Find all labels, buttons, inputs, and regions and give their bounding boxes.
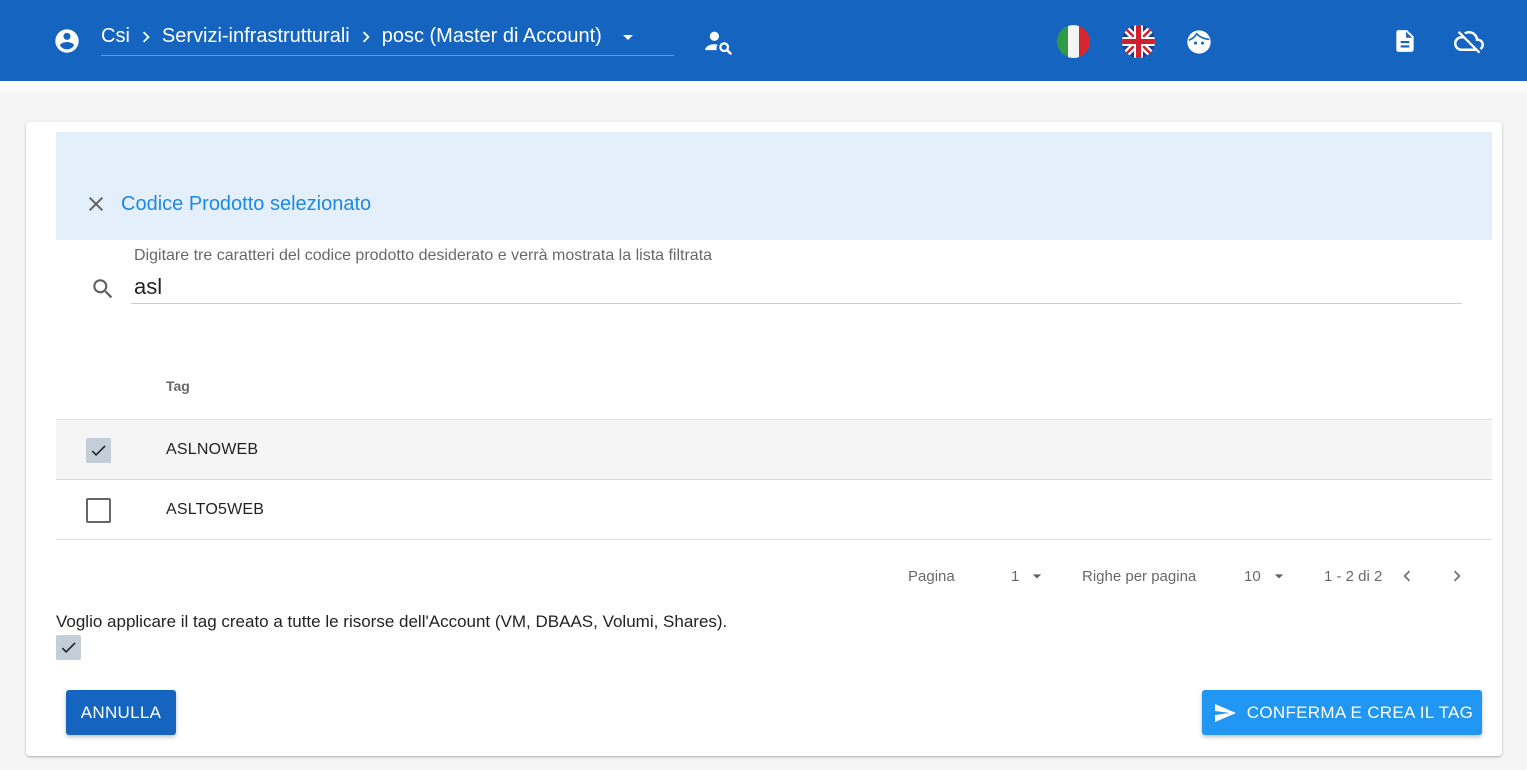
tag-creation-card: Codice Prodotto selezionato Digitare tre…: [26, 122, 1502, 756]
chevron-right-icon: [350, 26, 382, 48]
table-row[interactable]: ASLTO5WEB: [56, 480, 1492, 540]
dropdown-caret-icon[interactable]: [616, 25, 640, 49]
confirm-create-tag-button[interactable]: CONFERMA E CREA IL TAG: [1202, 690, 1482, 735]
rows-per-page-label: Righe per pagina: [1082, 565, 1196, 587]
row-checkbox[interactable]: [86, 498, 111, 523]
face-icon[interactable]: [1185, 28, 1213, 56]
pagination-range-text: 1 - 2 di 2: [1324, 567, 1383, 585]
app-bar-spacer: [0, 81, 1527, 93]
top-app-bar: Csi Servizi-infrastrutturali posc (Maste…: [0, 0, 1527, 81]
search-input[interactable]: [131, 270, 1462, 304]
page-select-value: 1: [1011, 567, 1020, 585]
apply-all-label: Voglio applicare il tag creato a tutte l…: [56, 612, 728, 631]
account-circle-icon[interactable]: [53, 27, 81, 55]
rows-per-page-value: 10: [1244, 567, 1261, 585]
check-icon: [91, 445, 106, 457]
page-label-text: Pagina: [908, 567, 955, 585]
cloud-off-icon[interactable]: [1452, 26, 1486, 56]
table-header: Tag: [56, 358, 1492, 420]
tag-cell: ASLNOWEB: [166, 441, 259, 458]
uk-flag-icon[interactable]: [1122, 25, 1155, 58]
table-row[interactable]: ASLNOWEB: [56, 420, 1492, 480]
italian-flag-icon[interactable]: [1057, 25, 1090, 58]
row-checkbox[interactable]: [86, 438, 111, 463]
document-icon[interactable]: [1392, 26, 1418, 56]
close-icon[interactable]: [84, 192, 108, 216]
confirm-button-label: CONFERMA E CREA IL TAG: [1246, 702, 1474, 722]
chevron-right-icon: [130, 26, 162, 48]
page-select[interactable]: 1: [1011, 565, 1047, 587]
next-page-icon[interactable]: [1446, 565, 1468, 587]
rows-per-page-select[interactable]: 10: [1244, 565, 1289, 587]
pagination-range: 1 - 2 di 2: [1324, 565, 1382, 587]
breadcrumb-item-account[interactable]: posc (Master di Account): [382, 25, 602, 48]
banner-title: Codice Prodotto selezionato: [121, 193, 372, 215]
check-icon: [61, 642, 76, 654]
search-label: Digitare tre caratteri del codice prodot…: [134, 247, 713, 264]
prev-page-icon[interactable]: [1396, 565, 1418, 587]
dropdown-caret-icon: [1269, 566, 1289, 586]
breadcrumb-item-servizi[interactable]: Servizi-infrastrutturali: [162, 25, 350, 48]
dropdown-caret-icon: [1027, 566, 1047, 586]
breadcrumb-item-csi[interactable]: Csi: [101, 25, 130, 48]
send-icon: [1211, 701, 1239, 725]
apply-all-checkbox[interactable]: [56, 635, 81, 660]
page-label: Pagina: [908, 565, 955, 587]
rows-per-page-label-text: Righe per pagina: [1082, 567, 1197, 585]
user-search-icon[interactable]: [704, 28, 734, 56]
tag-table: Tag ASLNOWEB ASLTO5WEB: [56, 358, 1492, 540]
selected-product-banner: Codice Prodotto selezionato: [56, 132, 1492, 240]
breadcrumb: Csi Servizi-infrastrutturali posc (Maste…: [101, 18, 674, 56]
column-header-tag[interactable]: Tag: [166, 378, 190, 394]
tag-cell: ASLTO5WEB: [166, 501, 265, 518]
cancel-button[interactable]: ANNULLA: [66, 690, 176, 735]
search-icon: [90, 276, 116, 302]
